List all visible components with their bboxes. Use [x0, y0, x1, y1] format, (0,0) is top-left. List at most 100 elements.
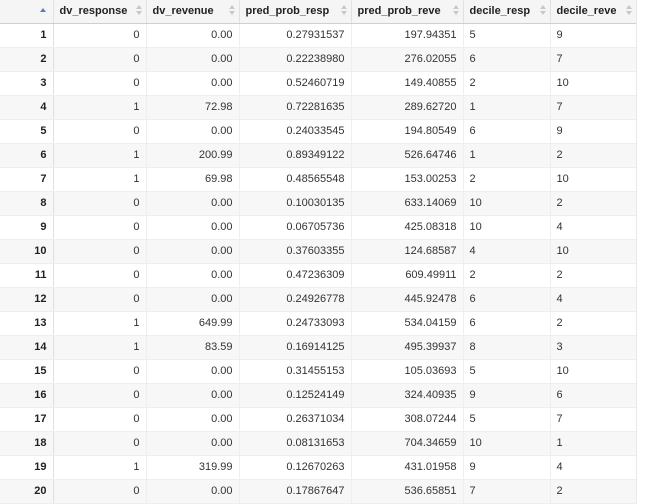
table-cell: 495.39937: [351, 335, 464, 360]
table-header: dv_response dv_revenue pred_prob_resp pred_…: [0, 0, 637, 24]
table-row[interactable]: 12 0 0.00 0.24926778 445.92478 6 4: [0, 287, 637, 312]
table-row[interactable]: 19 1 319.99 0.12670263 431.01958 9 4: [0, 455, 637, 480]
row-number: 6: [0, 143, 54, 168]
table-row[interactable]: 4 1 72.98 0.72281635 289.62720 1 7: [0, 95, 637, 120]
table-cell: 445.92478: [351, 287, 464, 312]
table-cell: 1: [53, 95, 147, 120]
table-cell: 0.89349122: [239, 143, 352, 168]
table-row[interactable]: 14 1 83.59 0.16914125 495.39937 8 3: [0, 335, 637, 360]
table-cell: 2: [463, 167, 551, 192]
table-body: 1 0 0.00 0.27931537 197.94351 5 9 2 0 0.00 0.22238…: [0, 23, 637, 504]
table-cell: 0: [53, 119, 147, 144]
column-header-1[interactable]: dv_response: [53, 0, 147, 24]
table-cell: 2: [550, 191, 637, 216]
table-cell: 1: [53, 167, 147, 192]
table-cell: 0.48565548: [239, 167, 352, 192]
table-cell: 609.49911: [351, 263, 464, 288]
table-cell: 6: [463, 311, 551, 336]
table-cell: 105.03693: [351, 359, 464, 384]
table-row[interactable]: 1 0 0.00 0.27931537 197.94351 5 9: [0, 23, 637, 48]
table-cell: 0.00: [146, 479, 240, 504]
row-number: 4: [0, 95, 54, 120]
row-number: 3: [0, 71, 54, 96]
table-row[interactable]: 15 0 0.00 0.31455153 105.03693 5 10: [0, 359, 637, 384]
table-row[interactable]: 7 1 69.98 0.48565548 153.00253 2 10: [0, 167, 637, 192]
table-cell: 2: [463, 263, 551, 288]
table-row[interactable]: 18 0 0.00 0.08131653 704.34659 10 1: [0, 431, 637, 456]
table-cell: 10: [550, 239, 637, 264]
table-cell: 536.65851: [351, 479, 464, 504]
column-header-label: pred_prob_reve: [357, 5, 441, 18]
table-cell: 0.00: [146, 191, 240, 216]
row-number: 7: [0, 167, 54, 192]
table-row[interactable]: 9 0 0.00 0.06705736 425.08318 10 4: [0, 215, 637, 240]
table-row[interactable]: 20 0 0.00 0.17867647 536.65851 7 2: [0, 479, 637, 504]
table-cell: 7: [550, 407, 637, 432]
column-header-6[interactable]: decile_reve: [550, 0, 637, 24]
table-cell: 0: [53, 215, 147, 240]
row-number: 19: [0, 455, 54, 480]
table-cell: 6: [463, 47, 551, 72]
table-cell: 3: [550, 335, 637, 360]
table-cell: 0.26371034: [239, 407, 352, 432]
table-cell: 9: [550, 119, 637, 144]
table-cell: 0.22238980: [239, 47, 352, 72]
table-cell: 0.00: [146, 263, 240, 288]
column-header-2[interactable]: dv_revenue: [146, 0, 240, 24]
table-cell: 534.04159: [351, 311, 464, 336]
table-row[interactable]: 5 0 0.00 0.24033545 194.80549 6 9: [0, 119, 637, 144]
table-row[interactable]: 2 0 0.00 0.22238980 276.02055 6 7: [0, 47, 637, 72]
table-cell: 0: [53, 71, 147, 96]
table-row[interactable]: 10 0 0.00 0.37603355 124.68587 4 10: [0, 239, 637, 264]
table-row[interactable]: 8 0 0.00 0.10030135 633.14069 10 2: [0, 191, 637, 216]
table-cell: 149.40855: [351, 71, 464, 96]
table-cell: 10: [550, 359, 637, 384]
table-cell: 0.00: [146, 119, 240, 144]
table-cell: 0.08131653: [239, 431, 352, 456]
table-cell: 1: [53, 455, 147, 480]
column-header-3[interactable]: pred_prob_resp: [239, 0, 352, 24]
table-row[interactable]: 13 1 649.99 0.24733093 534.04159 6 2: [0, 311, 637, 336]
table-cell: 2: [550, 311, 637, 336]
table-cell: 633.14069: [351, 191, 464, 216]
table-row[interactable]: 3 0 0.00 0.52460719 149.40855 2 10: [0, 71, 637, 96]
table-cell: 194.80549: [351, 119, 464, 144]
table-cell: 0.00: [146, 407, 240, 432]
table-cell: 0: [53, 287, 147, 312]
table-cell: 0.12524149: [239, 383, 352, 408]
table-cell: 10: [463, 215, 551, 240]
table-cell: 0: [53, 191, 147, 216]
table-cell: 0.00: [146, 359, 240, 384]
vertical-scrollbar-track[interactable]: [636, 0, 672, 499]
table-cell: 6: [550, 383, 637, 408]
table-row[interactable]: 16 0 0.00 0.12524149 324.40935 9 6: [0, 383, 637, 408]
table-cell: 0.52460719: [239, 71, 352, 96]
table-cell: 9: [550, 23, 637, 48]
table-cell: 8: [463, 335, 551, 360]
table-cell: 2: [550, 263, 637, 288]
table-cell: 4: [550, 455, 637, 480]
table-cell: 7: [463, 479, 551, 504]
row-number: 9: [0, 215, 54, 240]
table-cell: 0.00: [146, 239, 240, 264]
column-header-4[interactable]: pred_prob_reve: [351, 0, 464, 24]
table-cell: 5: [463, 359, 551, 384]
table-cell: 289.62720: [351, 95, 464, 120]
table-cell: 425.08318: [351, 215, 464, 240]
table-cell: 2: [550, 143, 637, 168]
table-row[interactable]: 6 1 200.99 0.89349122 526.64746 1 2: [0, 143, 637, 168]
table-row[interactable]: 11 0 0.00 0.47236309 609.49911 2 2: [0, 263, 637, 288]
table-cell: 10: [550, 167, 637, 192]
table-cell: 10: [463, 191, 551, 216]
table-cell: 72.98: [146, 95, 240, 120]
table-cell: 1: [550, 431, 637, 456]
column-header-5[interactable]: decile_resp: [463, 0, 551, 24]
table-cell: 704.34659: [351, 431, 464, 456]
row-number: 20: [0, 479, 54, 504]
table-cell: 4: [550, 215, 637, 240]
table-cell: 9: [463, 383, 551, 408]
row-number-header[interactable]: [0, 0, 54, 24]
row-number: 16: [0, 383, 54, 408]
table-cell: 10: [463, 431, 551, 456]
table-row[interactable]: 17 0 0.00 0.26371034 308.07244 5 7: [0, 407, 637, 432]
